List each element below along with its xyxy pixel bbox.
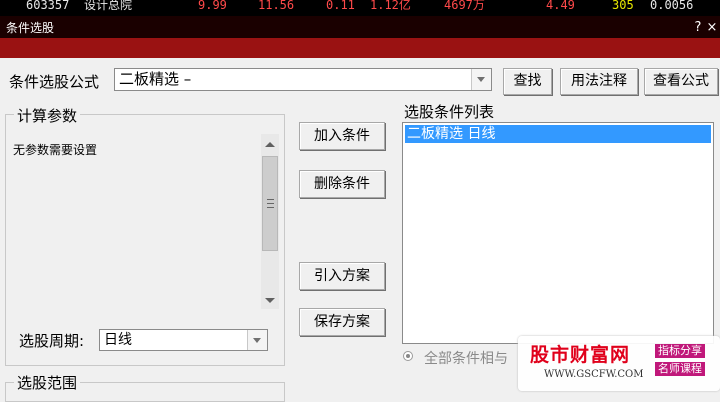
find-button[interactable]: 查找 xyxy=(503,68,552,95)
dialog-titlebar: 条件选股 ? × xyxy=(0,16,720,38)
ticker-value: 9.99 xyxy=(198,0,227,12)
ticker-value: 0.0056 xyxy=(650,0,694,12)
save-scheme-button[interactable]: 保存方案 xyxy=(299,308,385,336)
grip-icon xyxy=(267,199,274,208)
title-accent-band xyxy=(0,38,720,58)
period-select-value: 日线 xyxy=(104,332,132,348)
chevron-down-icon[interactable] xyxy=(471,69,491,90)
period-label: 选股周期: xyxy=(19,332,85,350)
stock-code: 603357 xyxy=(26,0,70,12)
formula-select[interactable]: 二板精选 – xyxy=(114,68,492,91)
chevron-down-icon[interactable] xyxy=(247,330,267,350)
watermark-tag: 名师课程 xyxy=(655,362,705,376)
conditions-title: 选股条件列表 xyxy=(404,103,495,121)
ticker-value: 11.56 xyxy=(258,0,295,12)
ticker-value: 1.12亿 xyxy=(370,0,411,12)
period-select[interactable]: 日线 xyxy=(99,329,268,351)
formula-select-value: 二板精选 – xyxy=(119,70,192,88)
formula-label: 条件选股公式 xyxy=(9,73,100,91)
params-scrollbar[interactable] xyxy=(261,134,279,309)
scroll-up-icon[interactable] xyxy=(265,142,275,147)
scroll-down-icon[interactable] xyxy=(265,298,275,303)
quote-ticker-row: 603357 设计总院 9.99 11.56 0.11 1.12亿 4697万 … xyxy=(0,0,720,16)
all-and-label: 全部条件相与 xyxy=(424,351,508,367)
usage-notes-button[interactable]: 用法注释 xyxy=(560,68,638,95)
delete-condition-button[interactable]: 删除条件 xyxy=(299,170,385,198)
dialog-title: 条件选股 xyxy=(6,21,55,35)
no-params-text: 无参数需要设置 xyxy=(13,143,98,157)
radio-dot-icon xyxy=(406,354,410,358)
stock-name: 设计总院 xyxy=(84,0,133,12)
scroll-thumb[interactable] xyxy=(262,156,278,251)
ticker-value: 0.11 xyxy=(326,0,355,12)
import-scheme-button[interactable]: 引入方案 xyxy=(299,262,385,290)
ticker-value: 305 xyxy=(612,0,634,12)
site-watermark: 股市财富网 指标分享 名师课程 WWW.GSCFW.COM xyxy=(518,336,720,391)
list-item[interactable]: 二板精选 日线 xyxy=(405,125,711,143)
conditions-list[interactable]: 二板精选 日线 xyxy=(402,122,714,344)
ticker-value: 4.49 xyxy=(546,0,575,12)
view-formula-button[interactable]: 查看公式 xyxy=(644,68,718,95)
watermark-url: WWW.GSCFW.COM xyxy=(544,369,644,380)
params-title: 计算参数 xyxy=(14,105,81,126)
range-title: 选股范围 xyxy=(14,372,81,393)
add-condition-button[interactable]: 加入条件 xyxy=(299,122,385,150)
ticker-value: 4697万 xyxy=(444,0,485,12)
all-and-radio[interactable] xyxy=(403,351,413,361)
watermark-brand: 股市财富网 xyxy=(530,344,631,366)
close-icon[interactable]: × xyxy=(704,17,720,37)
watermark-tag: 指标分享 xyxy=(655,344,705,358)
